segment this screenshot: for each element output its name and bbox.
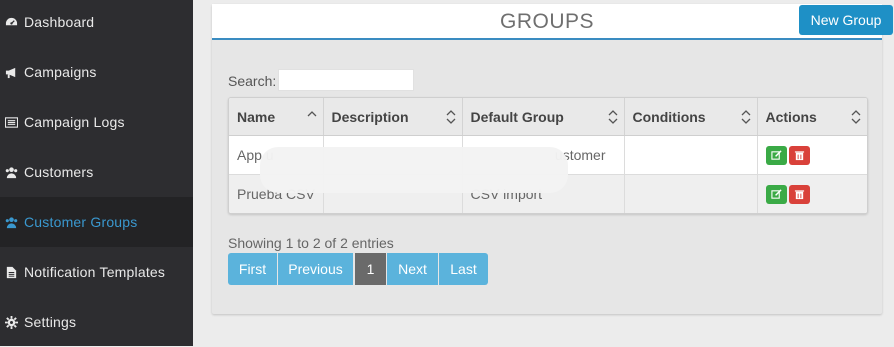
column-header-label: Description: [331, 108, 409, 125]
pagination-first-button[interactable]: First: [228, 253, 277, 285]
sidebar-item-label: Settings: [24, 314, 77, 330]
edit-button[interactable]: [765, 184, 787, 204]
column-header-label: Actions: [765, 108, 817, 125]
gear-icon: [4, 315, 18, 329]
users-icon: [4, 165, 18, 179]
cell-conditions: [624, 135, 758, 175]
search-input[interactable]: [278, 69, 414, 91]
column-header-actions[interactable]: Actions: [757, 98, 867, 136]
sort-icon: [446, 110, 455, 124]
sidebar-item-customer-groups[interactable]: Customer Groups: [0, 197, 193, 247]
trash-icon: [794, 150, 804, 160]
sidebar-item-campaign-logs[interactable]: Campaign Logs: [0, 97, 193, 147]
sidebar-item-label: Customers: [24, 164, 94, 180]
cell-actions: [757, 135, 867, 175]
sidebar-item-label: Notification Templates: [24, 264, 166, 280]
sidebar-item-notification-templates[interactable]: Notification Templates: [0, 247, 193, 297]
sidebar-item-dashboard[interactable]: Dashboard: [0, 0, 193, 47]
sort-icon: [851, 110, 861, 124]
sidebar-item-customers[interactable]: Customers: [0, 147, 193, 197]
edit-icon: [770, 149, 782, 160]
bullhorn-icon: [4, 65, 18, 79]
sidebar-item-label: Campaigns: [24, 64, 97, 80]
pagination-previous-button[interactable]: Previous: [278, 253, 353, 285]
sidebar-item-label: Dashboard: [24, 14, 95, 30]
sidebar-item-label: Customer Groups: [24, 214, 138, 230]
sort-icon: [741, 110, 750, 124]
column-header-default-group[interactable]: Default Group: [462, 98, 625, 136]
pagination-last-button[interactable]: Last: [439, 253, 488, 285]
search-label: Search:: [228, 73, 277, 89]
groups-panel: GROUPS New Group Search: Name Descriptio…: [212, 4, 893, 314]
file-icon: [4, 265, 18, 279]
sidebar: Dashboard Campaigns Campaign Logs Custom…: [0, 0, 193, 346]
sidebar-item-campaigns[interactable]: Campaigns: [0, 47, 193, 97]
table-info: Showing 1 to 2 of 2 entries: [228, 235, 394, 251]
page-title: GROUPS: [499, 10, 594, 33]
column-header-label: Default Group: [470, 108, 564, 125]
sort-icon: [608, 110, 617, 124]
pagination: First Previous 1 Next Last: [228, 253, 489, 285]
users-icon: [4, 215, 18, 229]
dashboard-icon: [4, 15, 18, 29]
table-header-row: Name Description Default Group Condition…: [229, 98, 867, 136]
column-header-label: Conditions: [632, 108, 706, 125]
new-group-button[interactable]: New Group: [799, 5, 893, 35]
delete-button[interactable]: [788, 184, 810, 204]
column-header-description[interactable]: Description: [323, 98, 463, 136]
column-header-label: Name: [237, 108, 276, 125]
sort-asc-icon: [307, 111, 316, 117]
redaction-overlay: [260, 147, 568, 193]
sidebar-item-settings[interactable]: Settings: [0, 297, 193, 347]
pagination-next-button[interactable]: Next: [387, 253, 438, 285]
pagination-current-page[interactable]: 1: [355, 253, 386, 285]
edit-icon: [770, 188, 782, 199]
cell-actions: [757, 174, 867, 213]
list-icon: [4, 115, 18, 129]
column-header-conditions[interactable]: Conditions: [624, 98, 758, 136]
cell-conditions: [624, 174, 758, 213]
column-header-name[interactable]: Name: [229, 98, 324, 136]
trash-icon: [794, 189, 804, 199]
panel-header: GROUPS New Group: [212, 4, 893, 40]
delete-button[interactable]: [788, 145, 810, 165]
sidebar-item-label: Campaign Logs: [24, 114, 125, 130]
edit-button[interactable]: [765, 145, 787, 165]
